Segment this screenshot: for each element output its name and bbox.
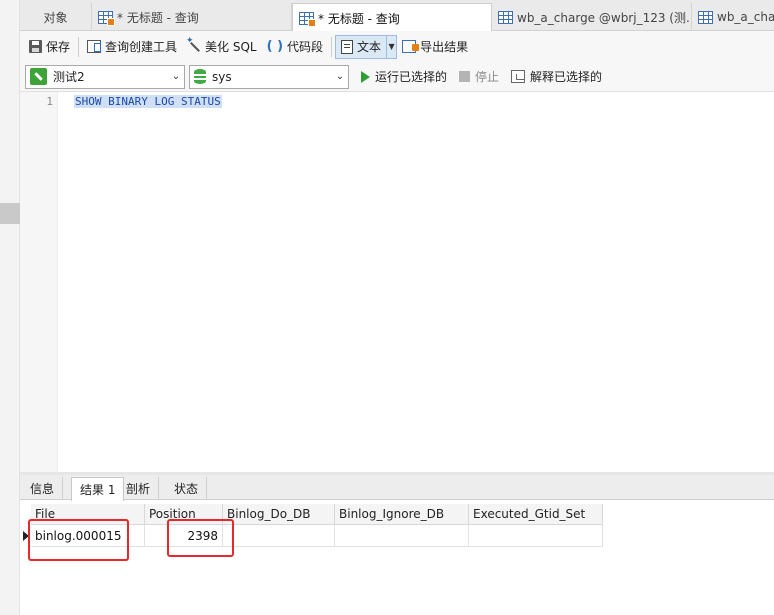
parentheses-icon: ( )	[266, 39, 284, 54]
tab-untitled-query-2[interactable]: * 无标题 - 查询	[292, 3, 492, 32]
chevron-down-icon: ⌄	[335, 71, 345, 82]
table-icon	[698, 10, 713, 24]
save-label: 保存	[46, 40, 71, 54]
table-icon	[498, 10, 513, 24]
tab-label: * 无标题 - 查询	[117, 10, 199, 25]
tab-table-wb-a-char[interactable]: wb_a_char	[692, 3, 774, 31]
code-snippet-label: 代码段	[287, 40, 324, 54]
stop-label: 停止	[475, 70, 500, 84]
explain-icon	[511, 70, 526, 83]
highlight-box-position	[167, 519, 234, 557]
save-icon	[29, 40, 42, 53]
text-mode-label: 文本	[357, 40, 382, 54]
text-mode-dropdown-arrow[interactable]: ▼	[386, 35, 396, 58]
toolbar-divider	[78, 36, 80, 57]
navigation-pane-edge	[0, 0, 20, 615]
save-button[interactable]: 保存	[24, 35, 75, 59]
tab-status-label: 状态	[174, 482, 199, 496]
query-table-icon	[98, 10, 115, 26]
tab-profile[interactable]: 剖析	[118, 477, 160, 500]
line-number-gutter: 1	[20, 92, 58, 472]
export-results-button[interactable]: 导出结果	[397, 35, 473, 59]
query-builder-label: 查询创建工具	[105, 40, 178, 54]
export-results-label: 导出结果	[420, 40, 469, 54]
column-header-binlog-ignore-db[interactable]: Binlog_Ignore_DB	[335, 504, 469, 525]
tab-label: wb_a_charge @wbrj_123 (测...	[517, 10, 692, 25]
results-tab-bar: 信息 结果 1 剖析 状态	[20, 475, 774, 501]
tab-objects[interactable]: 对象	[20, 3, 92, 31]
tab-untitled-query-1[interactable]: * 无标题 - 查询	[92, 3, 292, 31]
connection-value: 测试2	[53, 70, 85, 84]
text-document-icon	[341, 39, 354, 54]
beautify-sql-button[interactable]: 美化 SQL	[182, 35, 262, 59]
tab-label: 对象	[43, 10, 68, 25]
tab-table-wb-a-charge[interactable]: wb_a_charge @wbrj_123 (测...	[492, 3, 692, 31]
connection-bar: 测试2 ⌄ sys ⌄ 运行已选择的 停止 解释已选择的	[20, 62, 774, 92]
tab-result-1[interactable]: 结果 1	[71, 477, 125, 501]
connection-icon	[30, 68, 47, 85]
stop-icon	[459, 71, 471, 82]
explain-selected-button[interactable]: 解释已选择的	[507, 65, 606, 89]
tab-info[interactable]: 信息	[22, 477, 64, 500]
pane-splitter-handle[interactable]	[0, 203, 20, 224]
chevron-down-icon: ⌄	[171, 71, 181, 82]
beautify-sql-label: 美化 SQL	[205, 40, 257, 54]
stop-button[interactable]: 停止	[455, 65, 503, 89]
cell-binlog-do-db[interactable]	[223, 525, 335, 547]
cell-binlog-ignore-db[interactable]	[335, 525, 469, 547]
tab-profile-label: 剖析	[126, 482, 151, 496]
sql-statement[interactable]: SHOW BINARY LOG STATUS	[74, 95, 222, 108]
tab-label: wb_a_char	[717, 10, 774, 24]
magic-wand-icon	[186, 36, 201, 54]
run-selected-label: 运行已选择的	[375, 70, 448, 84]
cell-executed-gtid-set[interactable]	[469, 525, 603, 547]
highlight-box-file	[28, 519, 129, 561]
line-number: 1	[46, 95, 53, 108]
tab-label: * 无标题 - 查询	[318, 11, 400, 26]
column-header-label: Binlog_Do_DB	[227, 507, 311, 521]
column-header-label: Executed_Gtid_Set	[473, 507, 586, 521]
explain-selected-label: 解释已选择的	[530, 70, 603, 84]
database-icon	[194, 69, 206, 84]
query-window: 对象 * 无标题 - 查询 * 无标题 - 查询 wb_a_charge @wb…	[0, 0, 774, 615]
tab-status[interactable]: 状态	[166, 477, 208, 500]
text-mode-toggle: 文本 ▼	[335, 34, 398, 59]
column-header-label: Binlog_Ignore_DB	[339, 507, 445, 521]
query-table-icon	[299, 11, 316, 27]
query-builder-button[interactable]: 查询创建工具	[82, 35, 182, 59]
sql-editor[interactable]: 1 SHOW BINARY LOG STATUS	[20, 92, 774, 472]
connection-select[interactable]: 测试2 ⌄	[25, 64, 185, 89]
text-mode-button[interactable]: 文本	[336, 35, 386, 59]
run-selected-button[interactable]: 运行已选择的	[357, 65, 451, 89]
query-builder-icon	[87, 40, 102, 53]
results-panel: 信息 结果 1 剖析 状态 File Position Binlog_Do_DB…	[20, 475, 774, 615]
code-snippet-button[interactable]: ( ) 代码段	[262, 35, 328, 59]
export-icon	[402, 40, 420, 53]
tab-info-label: 信息	[30, 482, 55, 496]
document-tab-bar: 对象 * 无标题 - 查询 * 无标题 - 查询 wb_a_charge @wb…	[20, 0, 774, 32]
database-value: sys	[212, 69, 232, 84]
toolbar-divider	[331, 36, 333, 57]
column-header-binlog-do-db[interactable]: Binlog_Do_DB	[223, 504, 335, 525]
play-icon	[361, 70, 370, 83]
tab-result-1-label: 结果 1	[80, 483, 116, 497]
database-select[interactable]: sys ⌄	[189, 64, 349, 89]
query-toolbar: 保存 查询创建工具 美化 SQL ( ) 代码段 文本 ▼ 导出结果	[20, 31, 774, 62]
column-header-executed-gtid-set[interactable]: Executed_Gtid_Set	[469, 504, 603, 525]
